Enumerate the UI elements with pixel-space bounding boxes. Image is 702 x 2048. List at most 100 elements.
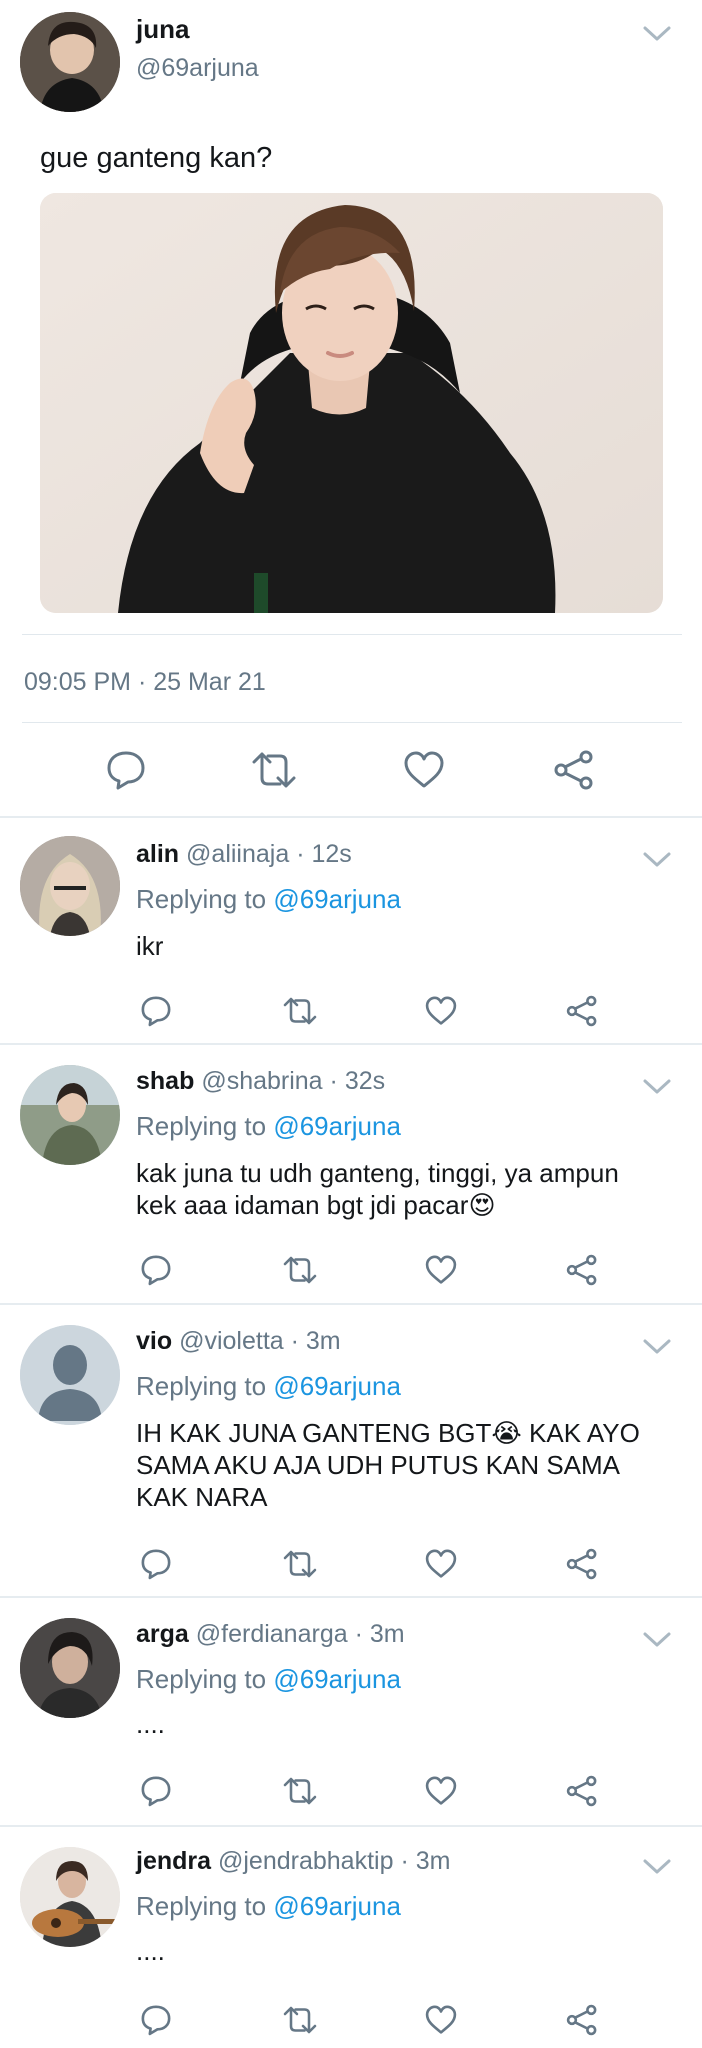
replying-to-label: Replying to (136, 1111, 267, 1141)
username[interactable]: @shabrina (201, 1067, 322, 1095)
like-icon[interactable] (424, 1253, 458, 1287)
username[interactable]: @violetta (179, 1327, 284, 1355)
reply-header: alin @aliinaja · 12s (136, 840, 352, 869)
share-icon[interactable] (565, 1547, 599, 1581)
like-icon[interactable] (424, 1774, 458, 1808)
replying-to: Replying to @69arjuna (136, 1664, 401, 1695)
reply-text-line: kak juna tu udh ganteng, tinggi, ya ampu… (136, 1158, 619, 1188)
display-name[interactable]: jendra (136, 1847, 211, 1875)
reply-text-segment: kek aaa idaman bgt jdi pacar (136, 1190, 469, 1220)
like-icon[interactable] (424, 2003, 458, 2037)
replying-to: Replying to @69arjuna (136, 1891, 401, 1922)
display-name[interactable]: arga (136, 1620, 189, 1648)
tweet-text: gue ganteng kan? (40, 142, 273, 174)
retweet-icon[interactable] (282, 1253, 318, 1287)
separator: · (290, 1327, 299, 1355)
avatar-photo (20, 12, 120, 112)
avatar[interactable] (20, 1065, 120, 1165)
reply-text-line: IH KAK JUNA GANTENG BGT😭 KAK AYO (136, 1417, 696, 1449)
reply-tweet[interactable]: arga @ferdianarga · 3m Replying to @69ar… (0, 1598, 702, 1824)
crying-emoji: 😭 (491, 1418, 522, 1448)
reply-icon[interactable] (139, 1253, 173, 1287)
main-tweet: juna @69arjuna gue ganteng kan? 09:05 PM… (0, 0, 702, 818)
share-icon[interactable] (565, 1253, 599, 1287)
reply-icon[interactable] (104, 748, 148, 792)
reply-time: 3m (305, 1327, 341, 1355)
username[interactable]: @jendrabhaktip (218, 1847, 394, 1875)
replying-to-label: Replying to (136, 1891, 267, 1921)
replying-to-label: Replying to (136, 1664, 267, 1694)
reply-text: kak juna tu udh ganteng, tinggi, ya ampu… (136, 1157, 696, 1221)
separator: · (329, 1067, 338, 1095)
reply-header: arga @ferdianarga · 3m (136, 1620, 405, 1649)
like-icon[interactable] (402, 748, 446, 792)
reply-header: jendra @jendrabhaktip · 3m (136, 1847, 450, 1876)
mention-link[interactable]: @69arjuna (273, 1111, 401, 1141)
reply-time: 3m (369, 1620, 405, 1648)
separator: · (354, 1620, 363, 1648)
reply-tweet[interactable]: shab @shabrina · 32s Replying to @69arju… (0, 1045, 702, 1303)
display-name[interactable]: juna (136, 14, 189, 45)
reply-text-line: SAMA AKU AJA UDH PUTUS KAN SAMA (136, 1450, 621, 1480)
reply-tweet[interactable]: alin @aliinaja · 12s Replying to @69arju… (0, 818, 702, 1044)
username[interactable]: @aliinaja (186, 840, 289, 868)
display-name[interactable]: alin (136, 840, 179, 868)
avatar[interactable] (20, 836, 120, 936)
default-profile-icon (20, 1325, 120, 1425)
retweet-icon[interactable] (282, 2003, 318, 2037)
reply-icon[interactable] (139, 2003, 173, 2037)
share-icon[interactable] (565, 2003, 599, 2037)
mention-link[interactable]: @69arjuna (273, 1371, 401, 1401)
avatar-photo (20, 1618, 120, 1718)
display-name[interactable]: shab (136, 1067, 194, 1095)
share-icon[interactable] (565, 1774, 599, 1808)
chevron-down-icon[interactable] (642, 1631, 672, 1649)
chevron-down-icon[interactable] (642, 1858, 672, 1876)
username[interactable]: @ferdianarga (196, 1620, 348, 1648)
separator: · (296, 840, 305, 868)
tweet-image[interactable] (40, 193, 663, 613)
reply-time: 3m (415, 1847, 451, 1875)
reply-header: shab @shabrina · 32s (136, 1067, 385, 1096)
retweet-icon[interactable] (282, 1774, 318, 1808)
avatar[interactable] (20, 1618, 120, 1718)
reply-time: 32s (344, 1067, 386, 1095)
separator: · (400, 1847, 409, 1875)
reply-tweet[interactable]: vio @violetta · 3m Replying to @69arjuna… (0, 1305, 702, 1597)
avatar-photo (20, 1847, 120, 1947)
reply-text-line: kek aaa idaman bgt jdi pacar😍 (136, 1189, 696, 1221)
avatar[interactable] (20, 12, 120, 112)
divider (22, 722, 682, 723)
avatar[interactable] (20, 1847, 120, 1947)
mention-link[interactable]: @69arjuna (273, 884, 401, 914)
replying-to: Replying to @69arjuna (136, 1371, 401, 1402)
retweet-icon[interactable] (282, 1547, 318, 1581)
chevron-down-icon[interactable] (642, 851, 672, 869)
tweet-photo (40, 193, 663, 613)
timestamp: 09:05 PM · 25 Mar 21 (24, 668, 266, 696)
retweet-icon[interactable] (282, 994, 318, 1028)
mention-link[interactable]: @69arjuna (273, 1664, 401, 1694)
reply-icon[interactable] (139, 1774, 173, 1808)
reply-text-segment: KAK AYO (521, 1418, 640, 1448)
avatar-photo (20, 836, 120, 936)
replying-to: Replying to @69arjuna (136, 884, 401, 915)
replying-to: Replying to @69arjuna (136, 1111, 401, 1142)
reply-icon[interactable] (139, 1547, 173, 1581)
avatar[interactable] (20, 1325, 120, 1425)
reply-tweet[interactable]: jendra @jendrabhaktip · 3m Replying to @… (0, 1827, 702, 2048)
chevron-down-icon[interactable] (642, 1338, 672, 1356)
display-name[interactable]: vio (136, 1327, 172, 1355)
chevron-down-icon[interactable] (642, 1078, 672, 1096)
like-icon[interactable] (424, 994, 458, 1028)
mention-link[interactable]: @69arjuna (273, 1891, 401, 1921)
reply-icon[interactable] (139, 994, 173, 1028)
like-icon[interactable] (424, 1547, 458, 1581)
share-icon[interactable] (565, 994, 599, 1028)
username[interactable]: @69arjuna (136, 54, 259, 83)
share-icon[interactable] (552, 748, 596, 792)
divider (22, 634, 682, 635)
chevron-down-icon[interactable] (642, 25, 672, 43)
retweet-icon[interactable] (250, 748, 298, 792)
reply-time: 12s (311, 840, 352, 868)
